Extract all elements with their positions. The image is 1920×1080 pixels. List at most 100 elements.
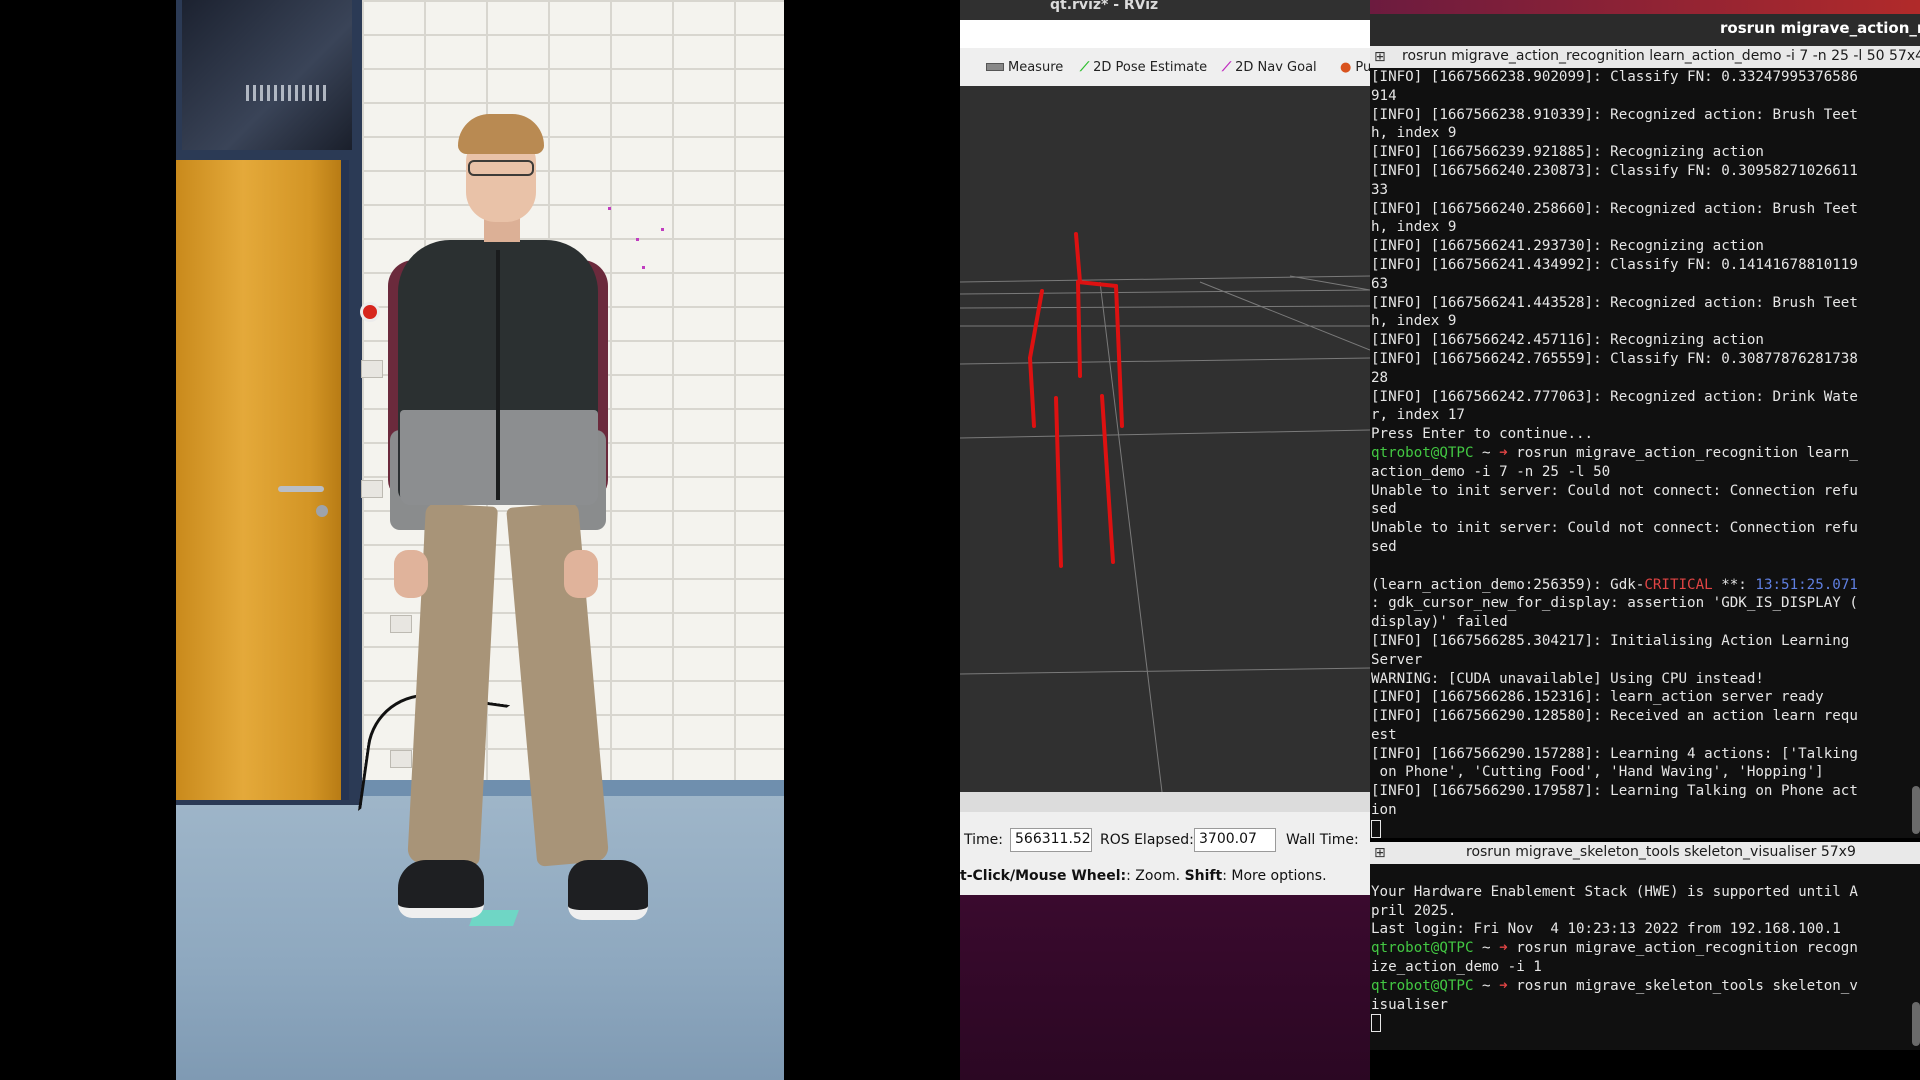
terminal-tab-header[interactable]: ⊞ rosrun migrave_action_recognition lear…: [1370, 46, 1920, 68]
terminal-text: 914: [1371, 87, 1397, 104]
terminal-tab-title: rosrun migrave_action_recognition learn_…: [1402, 48, 1920, 64]
door-edge: [341, 160, 349, 800]
terminal-text: **:: [1712, 576, 1756, 593]
terminal-line: [INFO] [1667566241.434992]: Classify FN:…: [1371, 256, 1920, 275]
terminal-learn-action[interactable]: ⊞ rosrun migrave_action_recognition lear…: [1370, 46, 1920, 838]
prompt-user: qtrobot@QTPC: [1371, 940, 1474, 957]
terminal-text: [INFO] [1667566241.443528]: Recognized a…: [1371, 294, 1858, 311]
terminal-cursor: [1371, 819, 1381, 838]
terminal-split-icon: ⊞: [1374, 845, 1386, 861]
terminal-line: [1371, 1014, 1920, 1033]
terminal-line: (learn_action_demo:256359): Gdk-CRITICAL…: [1371, 576, 1920, 595]
ros-time-label: Time:: [964, 832, 1003, 848]
desktop-background-top: [1370, 0, 1920, 14]
terminal-line: sed: [1371, 500, 1920, 519]
terminal-line: qtrobot@QTPC ~ ➜ rosrun migrave_action_r…: [1371, 939, 1920, 958]
terminal-line: [INFO] [1667566242.457116]: Recognizing …: [1371, 331, 1920, 350]
mouse-hint: t-Click/Mouse Wheel:: Zoom. Shift: More …: [960, 868, 1327, 884]
terminal-tab-header[interactable]: ⊞ rosrun migrave_skeleton_tools skeleton…: [1370, 842, 1920, 864]
terminal-text: h, index 9: [1371, 219, 1457, 236]
terminal-line: Press Enter to continue...: [1371, 425, 1920, 444]
terminal-line: Unable to init server: Could not connect…: [1371, 519, 1920, 538]
terminal-line: [1371, 819, 1920, 838]
terminal-line: [INFO] [1667566286.152316]: learn_action…: [1371, 688, 1920, 707]
wall-socket: [361, 480, 383, 498]
terminal-line: [INFO] [1667566285.304217]: Initialising…: [1371, 632, 1920, 651]
measure-tool[interactable]: Measure: [986, 60, 1063, 75]
rviz-titlebar[interactable]: qt.rviz* - RViz: [960, 0, 1370, 20]
terminal-text: [INFO] [1667566241.434992]: Classify FN:…: [1371, 256, 1858, 273]
terminal-scrollbar[interactable]: [1912, 786, 1920, 834]
rviz-toolbar: Measure ⟋ 2D Pose Estimate ⟋ 2D Nav Goal ●…: [960, 48, 1371, 87]
terminal-text: isualiser: [1371, 996, 1448, 1013]
wall-socket: [361, 360, 383, 378]
terminal-text: sed: [1371, 538, 1397, 555]
marker-dot: [636, 238, 639, 241]
terminal-line: WARNING: [CUDA unavailable] Using CPU in…: [1371, 670, 1920, 689]
terminal-text: on Phone', 'Cutting Food', 'Hand Waving'…: [1371, 764, 1824, 781]
terminal-line: ize_action_demo -i 1: [1371, 958, 1920, 977]
terminal-line: [INFO] [1667566240.258660]: Recognized a…: [1371, 200, 1920, 219]
terminal-line: display)' failed: [1371, 613, 1920, 632]
terminal-text: action_demo -i 7 -n 25 -l 50: [1371, 463, 1611, 480]
terminal-text: [INFO] [1667566242.765559]: Classify FN:…: [1371, 350, 1858, 367]
map-pin-icon: ●: [1340, 60, 1352, 75]
3d-viewport[interactable]: [960, 86, 1370, 792]
terminal-text: [INFO] [1667566240.258660]: Recognized a…: [1371, 200, 1858, 217]
terminal-line: Your Hardware Enablement Stack (HWE) is …: [1371, 883, 1920, 902]
terminal-line: : gdk_cursor_new_for_display: assertion …: [1371, 594, 1920, 613]
terminal-text: 63: [1371, 275, 1389, 292]
terminal-text: Last login: Fri Nov 4 10:23:13 2022 from…: [1371, 921, 1841, 938]
nav-goal-tool[interactable]: ⟋ 2D Nav Goal: [1222, 60, 1317, 75]
terminal-line: sed: [1371, 538, 1920, 557]
terminal-window-title: rosrun migrave_action_reco: [1720, 19, 1920, 37]
terminal-line: 914: [1371, 87, 1920, 106]
terminal-text: ize_action_demo -i 1: [1371, 958, 1542, 975]
terminal-line: h, index 9: [1371, 124, 1920, 143]
right-sneaker: [568, 860, 648, 920]
publish-point-tool[interactable]: ● Pu: [1340, 60, 1371, 75]
terminal-text: [INFO] [1667566290.128580]: Received an …: [1371, 708, 1858, 725]
terminal-text: : gdk_cursor_new_for_display: assertion …: [1371, 595, 1858, 612]
terminal-text: ion: [1371, 802, 1397, 819]
terminal-line: pril 2025.: [1371, 902, 1920, 921]
terminal-line: on Phone', 'Cutting Food', 'Hand Waving'…: [1371, 763, 1920, 782]
terminal-line: [INFO] [1667566238.902099]: Classify FN:…: [1371, 68, 1920, 87]
left-sneaker: [398, 860, 484, 918]
prompt-arrow-icon: ➜: [1499, 444, 1508, 461]
terminal-tab-title: rosrun migrave_skeleton_tools skeleton_v…: [1466, 844, 1856, 860]
terminal-line: [INFO] [1667566290.179587]: Learning Tal…: [1371, 782, 1920, 801]
pose-estimate-tool[interactable]: ⟋ 2D Pose Estimate: [1080, 60, 1207, 75]
terminal-line: [INFO] [1667566241.443528]: Recognized a…: [1371, 294, 1920, 313]
terminal-text: Server: [1371, 651, 1423, 668]
rviz-window: qt.rviz* - RViz Measure ⟋ 2D Pose Estimat…: [960, 0, 1371, 895]
terminal-output: [INFO] [1667566238.902099]: Classify FN:…: [1370, 68, 1920, 838]
terminal-skeleton-visualiser[interactable]: ⊞ rosrun migrave_skeleton_tools skeleton…: [1370, 842, 1920, 1050]
terminal-text: rosrun migrave_action_recognition recogn: [1507, 940, 1858, 957]
terminal-line: 33: [1371, 181, 1920, 200]
terminal-line: qtrobot@QTPC ~ ➜ rosrun migrave_skeleton…: [1371, 977, 1920, 996]
left-hand: [394, 550, 428, 598]
rviz-title: qt.rviz* - RViz: [1050, 0, 1159, 13]
terminal-text: Press Enter to continue...: [1371, 426, 1594, 443]
critical-label: CRITICAL: [1644, 576, 1713, 593]
terminal-text: [INFO] [1667566238.910339]: Recognized a…: [1371, 106, 1858, 123]
terminal-scrollbar[interactable]: [1912, 1002, 1920, 1046]
terminal-line: ion: [1371, 801, 1920, 820]
terminal-text: Unable to init server: Could not connect…: [1371, 520, 1858, 537]
terminal-text: rosrun migrave_skeleton_tools skeleton_v: [1507, 977, 1858, 994]
terminal-text: sed: [1371, 501, 1397, 518]
terminal-window-titlebar[interactable]: rosrun migrave_action_reco: [1370, 14, 1920, 46]
grid-and-skeleton: [960, 232, 1370, 792]
terminal-line: 63: [1371, 275, 1920, 294]
terminal-text: r, index 17: [1371, 407, 1465, 424]
ros-elapsed-field[interactable]: 3700.07: [1194, 828, 1276, 852]
terminal-line: isualiser: [1371, 996, 1920, 1015]
ros-elapsed-label: ROS Elapsed:: [1100, 832, 1194, 848]
ros-time-field[interactable]: 566311.52: [1010, 828, 1092, 852]
zipper: [496, 250, 500, 500]
terminal-text: ~: [1473, 940, 1500, 957]
desktop-background: [960, 895, 1370, 1080]
